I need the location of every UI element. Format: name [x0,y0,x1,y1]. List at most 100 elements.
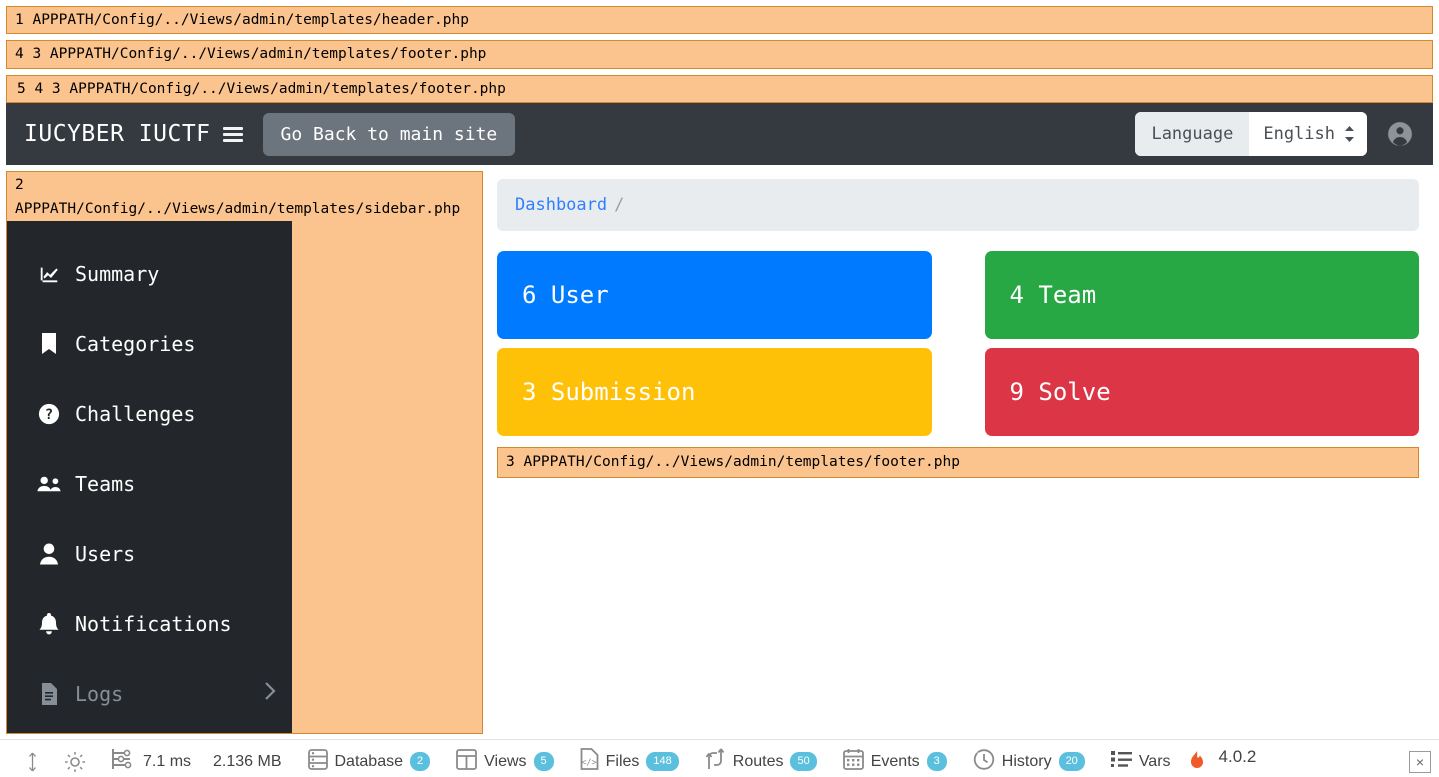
stat-card-grid: 6 User 4 Team 3 Submission 9 Solve [497,251,1419,437]
breadcrumb: Dashboard / [497,179,1419,232]
sidebar-item-challenges[interactable]: ? Challenges [7,379,292,449]
sidebar-item-label: Categories [75,331,196,356]
page-root: 1 APPPATH/Config/../Views/admin/template… [0,6,1439,734]
debug-item-label: Views [484,752,527,770]
debug-memory: 2.136 MB [213,752,282,770]
framework-version-group[interactable]: 4.0.2 [1184,745,1270,777]
stat-card-count: 3 [522,378,537,407]
debug-item-badge: 2 [410,752,431,771]
language-label: Language [1135,112,1250,157]
sidebar-item-logs[interactable]: Logs [7,659,292,729]
debug-toolbar: 7.1 ms 2.136 MB Database 2 Views 5 </> F… [0,739,1439,777]
debug-view-footer-b: 5 4 3 APPPATH/Config/../Views/admin/temp… [6,74,1433,104]
debug-time: 7.1 ms [143,752,192,770]
history-clock-icon [973,748,995,775]
stat-card-count: 6 [522,281,537,310]
breadcrumb-link-dashboard[interactable]: Dashboard [515,195,607,215]
brand-title: IUCYBER IUCTF [24,121,211,148]
breadcrumb-separator: / [614,195,625,216]
debug-item-label: History [1001,752,1052,770]
debug-item-badge: 50 [790,752,817,771]
debug-item-label: Files [605,752,640,770]
top-navbar: IUCYBER IUCTF Go Back to main site Langu… [6,103,1433,166]
main-content: Dashboard / 6 User 4 Team 3 Submission 9 … [483,165,1433,478]
sidebar-nav: Summary Categories ? Challenges Teams Us… [7,220,292,733]
sidebar-item-summary[interactable]: Summary [7,239,292,309]
debug-item-label: Events [870,752,920,770]
sun-icon[interactable] [51,751,99,773]
user-circle-icon[interactable] [1387,121,1413,147]
chart-line-icon [37,263,61,285]
stat-card-label: Team [1038,281,1097,310]
list-icon [1110,749,1132,774]
sidebar-item-categories[interactable]: Categories [7,309,292,379]
debug-view-sidebar-box: 2 APPPATH/Config/../Views/admin/template… [6,171,483,734]
stat-card-team[interactable]: 4 Team [984,251,1419,340]
debug-item-label: Routes [732,752,784,770]
debug-view-header: 1 APPPATH/Config/../Views/admin/template… [6,6,1433,35]
body-row: 2 APPPATH/Config/../Views/admin/template… [0,165,1439,734]
debug-item-vars[interactable]: Vars [1098,749,1184,774]
sidebar-item-label: Summary [75,261,160,286]
svg-text:</>: </> [581,758,596,768]
debug-item-files[interactable]: </> Files 148 [567,748,692,775]
users-icon [37,474,61,494]
hamburger-icon[interactable] [222,126,243,142]
sidebar-item-label: Teams [75,471,136,496]
question-circle-icon: ? [37,403,61,425]
debug-item-history[interactable]: History 20 [960,748,1098,775]
routes-icon [705,748,726,775]
sidebar-item-users[interactable]: Users [7,519,292,589]
debug-item-views[interactable]: Views 5 [443,748,567,775]
stat-card-count: 9 [1009,378,1024,407]
sidebar-item-label: Challenges [75,401,196,426]
sidebar-item-label: Users [75,541,136,566]
bell-icon [37,612,61,635]
debug-item-badge: 148 [646,752,679,771]
user-icon [37,543,61,565]
debug-item-routes[interactable]: Routes 50 [692,748,830,775]
views-icon [456,748,478,775]
sidebar-item-label: Logs [75,681,124,706]
stat-card-label: Solve [1038,378,1111,407]
sliders-icon [112,748,136,775]
file-text-icon [37,682,61,705]
debug-view-footer-c: 3 APPPATH/Config/../Views/admin/template… [497,447,1419,478]
timer-metrics[interactable]: 7.1 ms 2.136 MB [99,748,295,775]
navbar-right: Language English [1135,112,1419,157]
debug-view-sidebar-text: 2 APPPATH/Config/../Views/admin/template… [15,177,461,217]
framework-version: 4.0.2 [1218,747,1257,766]
stat-card-label: User [550,281,609,310]
debug-item-badge: 3 [926,752,947,771]
brand-group[interactable]: IUCYBER IUCTF [24,121,243,147]
debug-item-label: Database [334,752,404,770]
svg-text:?: ? [45,407,53,423]
calendar-icon [842,748,864,775]
database-icon [307,748,328,775]
stat-card-label: Submission [550,378,696,407]
sidebar-item-notifications[interactable]: Notifications [7,589,292,659]
stat-card-user[interactable]: 6 User [497,251,932,340]
stat-card-solve[interactable]: 9 Solve [984,348,1419,437]
language-value: English [1263,124,1335,145]
chevron-updown-icon [1344,125,1355,143]
sidebar-item-teams[interactable]: Teams [7,449,292,519]
language-group[interactable]: Language English [1135,112,1367,157]
flame-icon [1188,751,1206,777]
debug-item-label: Vars [1138,752,1171,770]
chevron-right-icon [264,682,276,705]
files-code-icon: </> [580,748,599,775]
debug-item-events[interactable]: Events 3 [830,748,960,775]
debug-item-badge: 5 [533,752,554,771]
bookmark-icon [37,332,61,355]
language-select[interactable]: English [1249,112,1367,157]
updown-arrow-icon[interactable] [14,752,51,772]
debug-view-footer-a: 4 3 APPPATH/Config/../Views/admin/templa… [6,40,1433,69]
debug-item-database[interactable]: Database 2 [295,748,444,775]
stat-card-count: 4 [1009,281,1024,310]
stat-card-submission[interactable]: 3 Submission [497,348,932,437]
debug-item-badge: 20 [1058,752,1085,771]
sidebar-item-label: Notifications [75,611,232,636]
close-icon[interactable]: × [1409,750,1431,773]
go-back-button[interactable]: Go Back to main site [262,112,516,156]
